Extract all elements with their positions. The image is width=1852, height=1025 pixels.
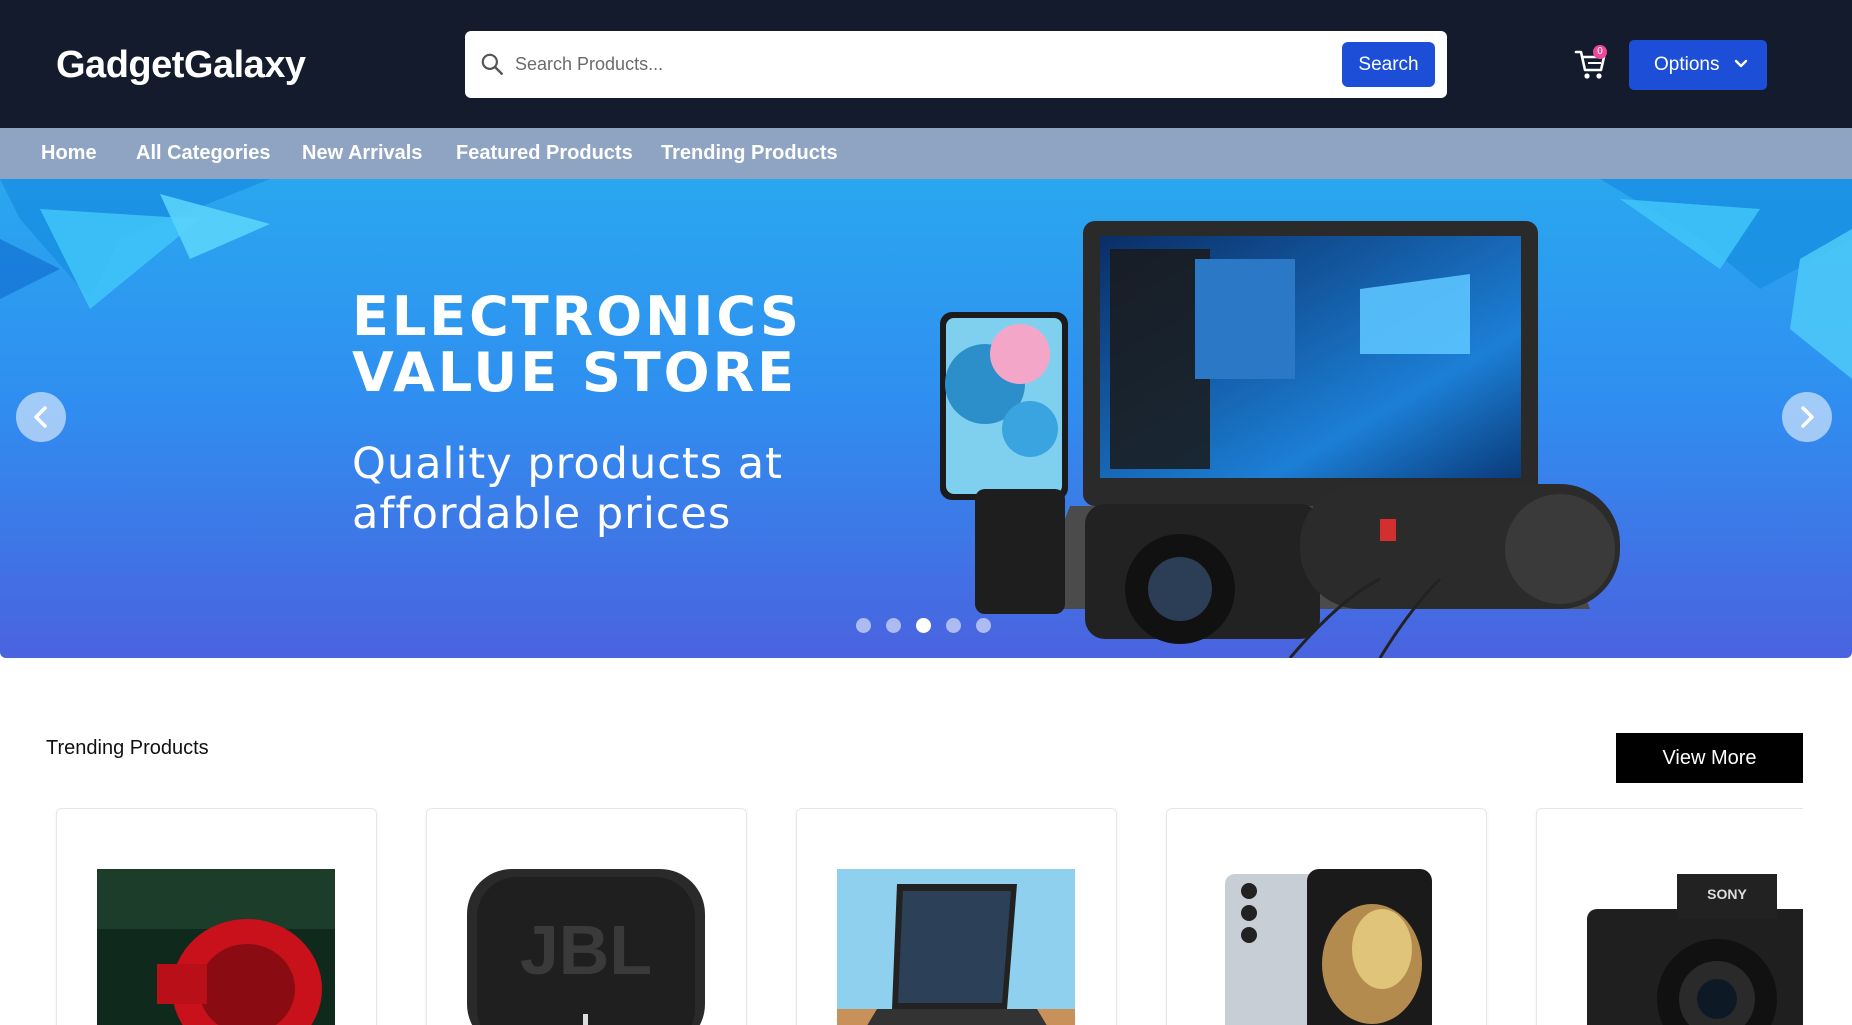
product-card[interactable] <box>1166 808 1487 1025</box>
carousel-dot-4[interactable] <box>946 618 961 633</box>
trending-products-list: JBL SONY <box>0 808 1803 1025</box>
hero-banner-image <box>0 179 1852 658</box>
product-image-jbl-speaker[interactable]: JBL <box>467 869 705 1025</box>
chevron-left-icon <box>34 406 47 428</box>
hero-carousel: ELECTRONICS VALUE STORE Quality products… <box>0 179 1852 658</box>
nav-item-featured-products[interactable]: Featured Products <box>456 142 633 165</box>
hero-title-line-1: ELECTRONICS <box>352 285 802 348</box>
search-icon <box>481 53 503 75</box>
main-nav: Home All Categories New Arrivals Feature… <box>0 128 1852 179</box>
site-logo[interactable]: GadgetGalaxy <box>56 44 306 87</box>
site-header: GadgetGalaxy Search 0 Options <box>0 0 1852 128</box>
product-image-red-watch[interactable] <box>97 869 335 1025</box>
chevron-right-icon <box>1801 406 1814 428</box>
product-card[interactable]: SONY <box>1536 808 1803 1025</box>
search-bar: Search <box>465 31 1447 98</box>
carousel-dot-2[interactable] <box>886 618 901 633</box>
hero-title: ELECTRONICS VALUE STORE <box>352 289 912 401</box>
product-card[interactable] <box>796 808 1117 1025</box>
nav-item-home[interactable]: Home <box>41 142 97 165</box>
product-image-smartphone[interactable] <box>1207 869 1445 1025</box>
carousel-dot-5[interactable] <box>976 618 991 633</box>
chevron-down-icon <box>1734 59 1748 68</box>
search-input[interactable] <box>515 43 1315 85</box>
view-more-button[interactable]: View More <box>1616 733 1803 783</box>
carousel-dot-1[interactable] <box>856 618 871 633</box>
svg-text:SONY: SONY <box>1707 886 1747 902</box>
product-image-laptop[interactable] <box>837 869 1075 1025</box>
hero-subtitle: Quality products at affordable prices <box>352 439 912 539</box>
product-card[interactable] <box>56 808 377 1025</box>
nav-item-new-arrivals[interactable]: New Arrivals <box>302 142 422 165</box>
svg-text:JBL: JBL <box>520 911 652 989</box>
search-button[interactable]: Search <box>1342 42 1435 87</box>
carousel-dot-3[interactable] <box>916 618 931 633</box>
carousel-next-button[interactable] <box>1782 392 1832 442</box>
cart-count-badge: 0 <box>1593 45 1607 59</box>
trending-section-title: Trending Products <box>46 737 209 759</box>
product-image-sony-camera[interactable]: SONY <box>1577 869 1803 1025</box>
hero-subtitle-line-2: affordable prices <box>352 489 732 539</box>
carousel-prev-button[interactable] <box>16 392 66 442</box>
nav-item-trending-products[interactable]: Trending Products <box>661 142 838 165</box>
product-card[interactable]: JBL <box>426 808 747 1025</box>
hero-subtitle-line-1: Quality products at <box>352 439 783 489</box>
nav-item-all-categories[interactable]: All Categories <box>136 142 270 165</box>
hero-title-line-2: VALUE STORE <box>352 341 798 404</box>
